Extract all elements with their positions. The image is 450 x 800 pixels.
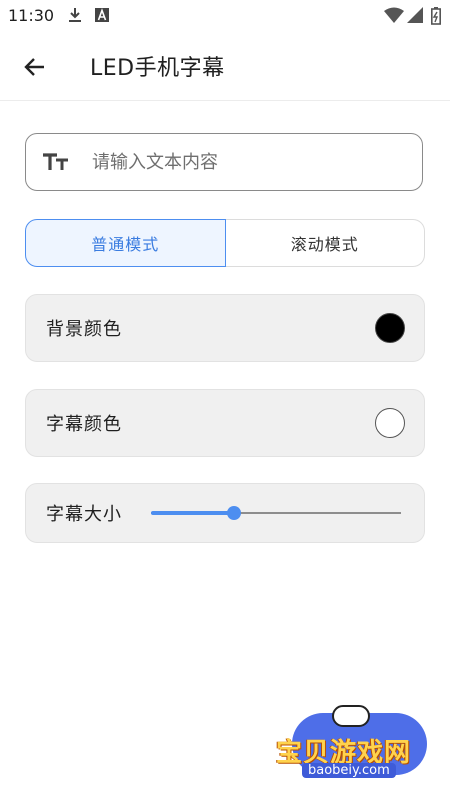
status-bar: 11:30 [0, 0, 450, 32]
watermark-url: baobeiy.com [302, 763, 396, 778]
text-input-field[interactable] [25, 133, 423, 191]
slider-fill [151, 511, 234, 515]
status-time: 11:30 [8, 6, 55, 25]
text-size-setting: 字幕大小 [25, 483, 425, 543]
text-color-swatch[interactable] [375, 408, 405, 438]
background-color-swatch[interactable] [375, 313, 405, 343]
back-button[interactable] [20, 52, 50, 82]
text-color-setting[interactable]: 字幕颜色 [25, 389, 425, 457]
mode-toggle: 普通模式 滚动模式 [25, 219, 425, 267]
scroll-mode-button[interactable]: 滚动模式 [225, 219, 425, 267]
font-a-icon [95, 7, 109, 27]
text-input[interactable] [90, 150, 394, 174]
text-size-icon [42, 150, 72, 174]
app-bar: LED手机字幕 [0, 32, 450, 101]
text-size-slider[interactable] [151, 503, 401, 523]
background-color-label: 背景颜色 [46, 319, 122, 340]
battery-icon [431, 7, 441, 29]
download-icon [68, 7, 82, 27]
text-color-label: 字幕颜色 [46, 414, 122, 435]
normal-mode-button[interactable]: 普通模式 [25, 219, 226, 267]
gamepad-icon [332, 705, 370, 727]
page-title: LED手机字幕 [90, 56, 225, 81]
wifi-icon [384, 7, 404, 27]
signal-icon [407, 7, 423, 27]
watermark-logo: 宝贝游戏网 baobeiy.com [270, 705, 435, 790]
text-size-label: 字幕大小 [46, 504, 122, 525]
slider-thumb[interactable] [226, 506, 241, 520]
background-color-setting[interactable]: 背景颜色 [25, 294, 425, 362]
arrow-left-icon [24, 58, 44, 76]
